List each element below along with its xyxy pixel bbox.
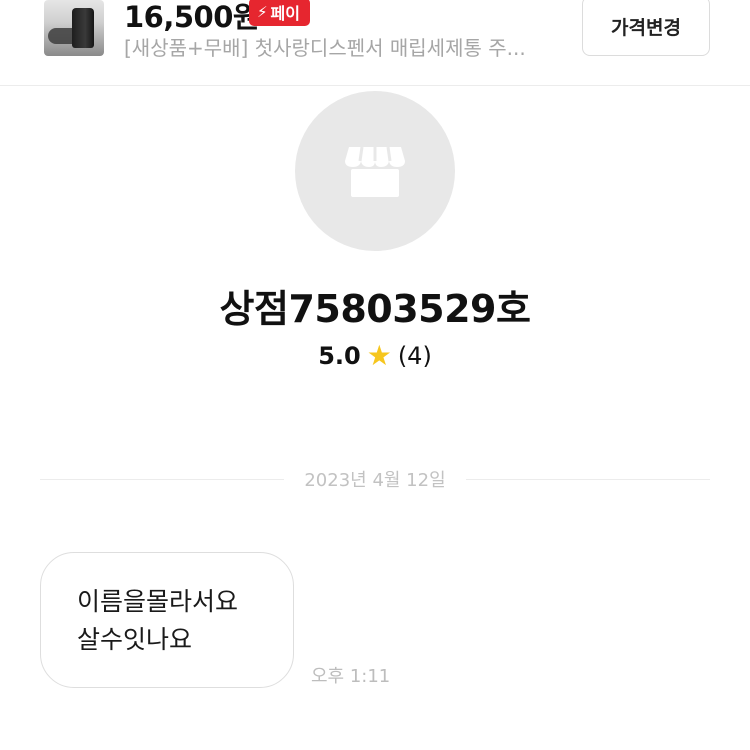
product-bar[interactable]: 16,500원 ⚡ 페이 [새상품+무배] 첫사랑디스펜서 매립세제통 주...… bbox=[0, 0, 750, 86]
chat-bubble-incoming[interactable]: 이름을몰라서요 살수잇나요 bbox=[40, 552, 294, 688]
message-text-line: 살수잇나요 bbox=[77, 625, 193, 654]
shop-avatar[interactable] bbox=[295, 91, 455, 251]
product-thumbnail[interactable] bbox=[44, 0, 104, 56]
date-divider: 2023년 4월 12일 bbox=[40, 466, 711, 492]
shop-rating[interactable]: 5.0 ★ (4) bbox=[0, 339, 750, 372]
review-count: (4) bbox=[397, 342, 432, 370]
pay-badge-label: 페이 bbox=[270, 4, 300, 23]
date-label: 2023년 4월 12일 bbox=[304, 470, 446, 491]
rating-score: 5.0 bbox=[318, 342, 361, 370]
thumbnail-dispenser bbox=[72, 8, 94, 48]
shop-name[interactable]: 상점75803529호 bbox=[0, 278, 750, 333]
pay-badge: ⚡ 페이 bbox=[249, 0, 310, 26]
product-price: 16,500원 bbox=[124, 0, 260, 34]
divider-line-right bbox=[465, 478, 711, 480]
product-title[interactable]: [새상품+무배] 첫사랑디스펜서 매립세제통 주... bbox=[124, 32, 574, 61]
divider-line-left bbox=[40, 478, 285, 480]
message-timestamp: 오후 1:11 bbox=[311, 666, 391, 687]
store-icon bbox=[345, 146, 405, 197]
message-text-line: 이름을몰라서요 bbox=[77, 587, 239, 616]
star-icon: ★ bbox=[366, 339, 392, 372]
lightning-icon: ⚡ bbox=[257, 3, 268, 21]
price-change-button[interactable]: 가격변경 bbox=[582, 0, 710, 56]
